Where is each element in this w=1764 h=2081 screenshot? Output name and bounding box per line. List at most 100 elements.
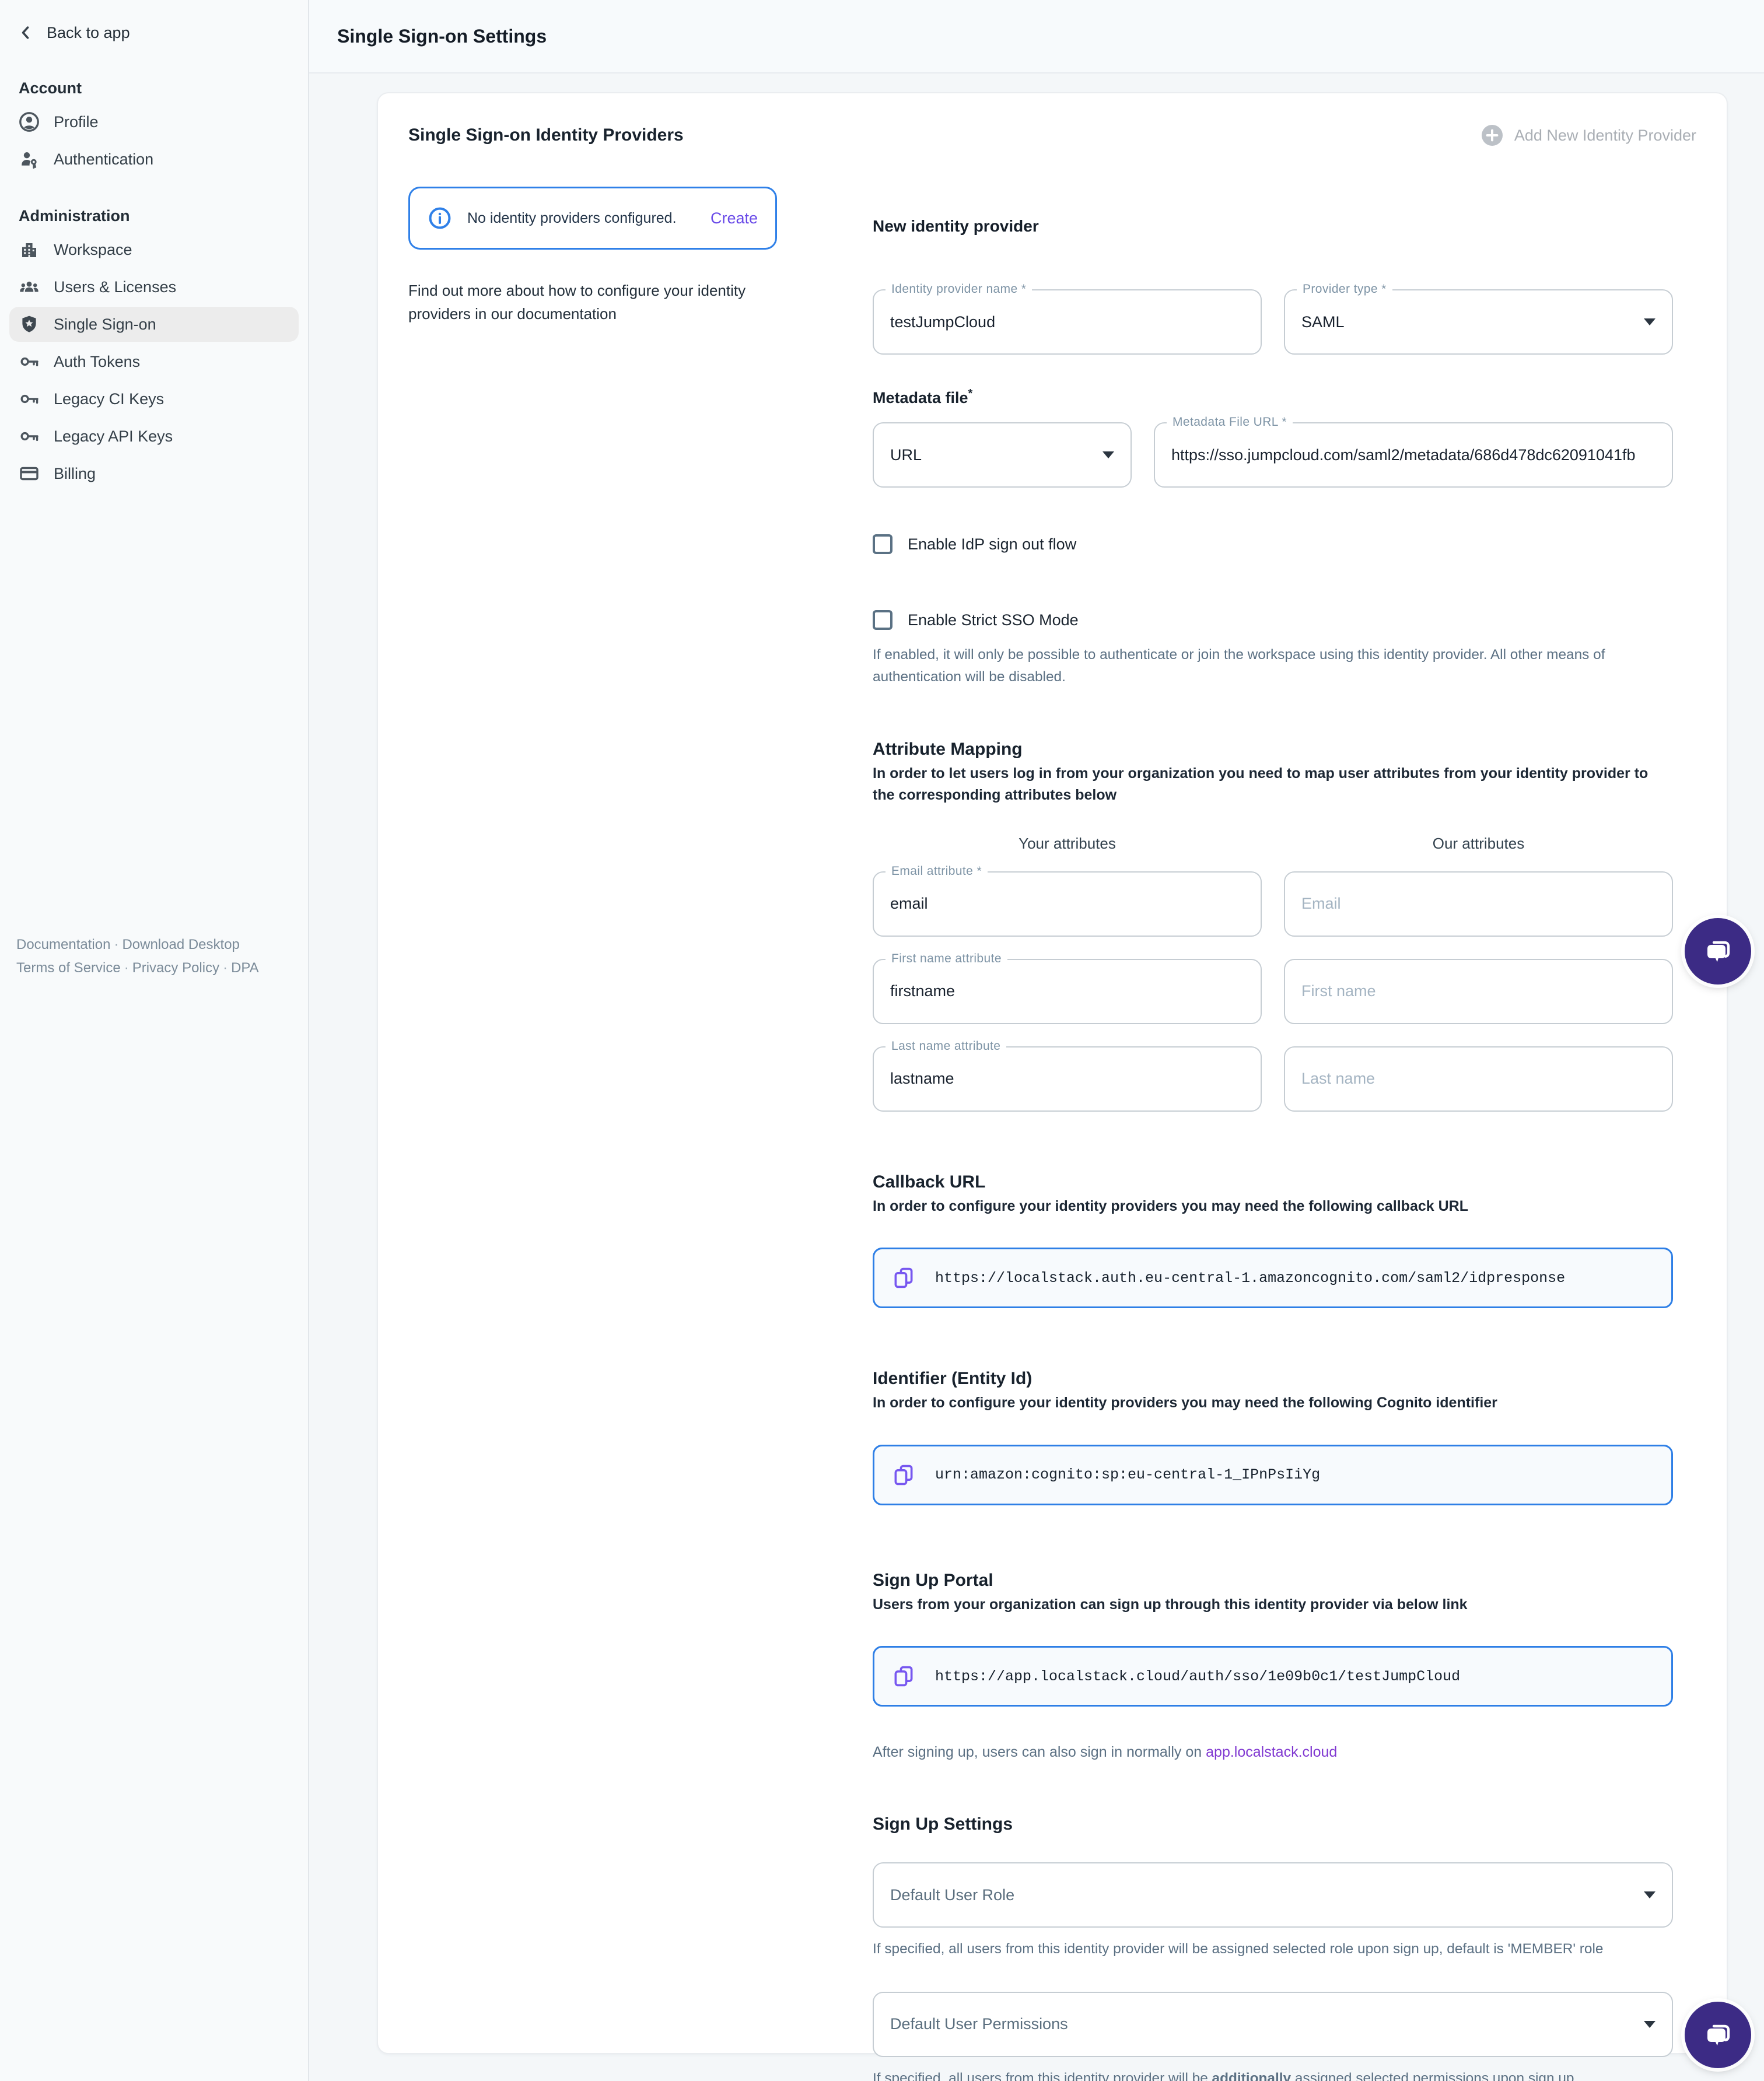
signup-note-text: After signing up, users can also sign in… [873, 1744, 1206, 1760]
signup-settings-heading: Sign Up Settings [873, 1814, 1673, 1834]
our-last-name-input[interactable] [1301, 1070, 1656, 1088]
sidebar-item-legacy-ci-keys[interactable]: Legacy CI Keys [9, 381, 299, 416]
page-header: Single Sign-on Settings [309, 0, 1764, 73]
new-identity-provider-form: New identity provider Identity provider … [873, 217, 1673, 2081]
documentation-link[interactable]: Documentation [16, 937, 110, 952]
provider-list-column: No identity providers configured. Create… [408, 187, 777, 326]
content-area: Single Sign-on Identity Providers Add Ne… [309, 73, 1764, 2081]
sidebar-item-billing[interactable]: Billing [9, 456, 299, 491]
first-name-attribute-field: First name attribute [873, 959, 1262, 1024]
terms-link[interactable]: Terms of Service [16, 960, 121, 976]
our-last-name-field [1284, 1046, 1673, 1112]
sidebar-item-single-sign-on[interactable]: Single Sign-on [9, 307, 299, 342]
sidebar: Back to app Account Profile Authenticati… [0, 0, 309, 2081]
metadata-source-select[interactable]: URL [873, 422, 1132, 488]
default-user-role-value: Default User Role [890, 1886, 1014, 1904]
main-area: Single Sign-on Settings Single Sign-on I… [309, 0, 1764, 2081]
email-attribute-label: Email attribute * [886, 864, 988, 878]
app-localstack-cloud-link[interactable]: app.localstack.cloud [1206, 1744, 1337, 1760]
provider-type-select[interactable]: Provider type * SAML [1284, 289, 1673, 355]
sidebar-item-label: Authentication [54, 150, 153, 169]
separator-dot: · [219, 960, 231, 976]
default-user-role-help: If specified, all users from this identi… [873, 1938, 1673, 1960]
signup-portal-description: Users from your organization can sign up… [873, 1594, 1673, 1616]
callback-url-copybox[interactable]: https://localstack.auth.eu-central-1.ama… [873, 1248, 1673, 1308]
email-attribute-input[interactable] [890, 895, 1244, 913]
chat-bubble-icon [1702, 2019, 1734, 2051]
page-title: Single Sign-on Settings [337, 26, 547, 47]
provider-type-value: SAML [1301, 313, 1345, 331]
your-attributes-header: Your attributes [873, 835, 1262, 853]
default-user-role-select[interactable]: Default User Role [873, 1862, 1673, 1928]
dpa-link[interactable]: DPA [231, 960, 259, 976]
apartment-icon [19, 239, 40, 260]
identity-provider-name-input[interactable] [890, 313, 1244, 331]
first-name-attribute-input[interactable] [890, 982, 1244, 1000]
default-user-permissions-value: Default User Permissions [890, 2015, 1068, 2033]
card-title: Single Sign-on Identity Providers [408, 125, 684, 145]
identity-provider-name-field: Identity provider name * [873, 289, 1262, 355]
provider-type-label: Provider type * [1297, 282, 1392, 296]
email-attribute-field: Email attribute * [873, 871, 1262, 937]
our-first-name-input[interactable] [1301, 982, 1656, 1000]
sidebar-item-users-licenses[interactable]: Users & Licenses [9, 269, 299, 304]
key-icon [19, 351, 40, 372]
sso-card: Single Sign-on Identity Providers Add Ne… [377, 92, 1728, 2054]
back-to-app-label: Back to app [47, 24, 130, 42]
metadata-file-url-field: Metadata File URL * [1154, 422, 1673, 488]
metadata-source-value: URL [890, 446, 922, 464]
copy-icon [892, 1266, 915, 1290]
privacy-link[interactable]: Privacy Policy [132, 960, 219, 976]
sidebar-item-label: Billing [54, 465, 96, 483]
identifier-copybox[interactable]: urn:amazon:cognito:sp:eu-central-1_IPnPs… [873, 1445, 1673, 1505]
sidebar-section-administration: Administration [0, 207, 308, 225]
back-to-app-button[interactable]: Back to app [0, 0, 308, 49]
identity-provider-name-label: Identity provider name * [886, 282, 1032, 296]
add-new-identity-provider-button[interactable]: Add New Identity Provider [1480, 124, 1696, 147]
signup-note: After signing up, users can also sign in… [873, 1744, 1673, 1761]
sidebar-item-authentication[interactable]: Authentication [9, 142, 299, 177]
sidebar-item-auth-tokens[interactable]: Auth Tokens [9, 344, 299, 379]
sidebar-footer: Documentation·Download Desktop Terms of … [16, 933, 296, 979]
callback-url-value: https://localstack.auth.eu-central-1.ama… [935, 1270, 1565, 1287]
credit-card-icon [19, 463, 40, 484]
person-key-icon [19, 149, 40, 170]
groups-icon [19, 276, 40, 297]
our-attributes-header: Our attributes [1284, 835, 1673, 853]
sidebar-item-profile[interactable]: Profile [9, 104, 299, 139]
sidebar-item-workspace[interactable]: Workspace [9, 232, 299, 267]
first-name-attribute-label: First name attribute [886, 952, 1007, 966]
sidebar-item-label: Legacy CI Keys [54, 390, 164, 408]
separator-dot: · [121, 960, 132, 976]
default-user-permissions-select[interactable]: Default User Permissions [873, 1992, 1673, 2057]
strict-sso-help: If enabled, it will only be possible to … [873, 644, 1673, 688]
download-desktop-link[interactable]: Download Desktop [122, 937, 239, 952]
last-name-attribute-label: Last name attribute [886, 1039, 1006, 1053]
create-link[interactable]: Create [710, 209, 758, 227]
sidebar-item-label: Legacy API Keys [54, 428, 173, 446]
last-name-attribute-field: Last name attribute [873, 1046, 1262, 1112]
our-email-input[interactable] [1301, 895, 1656, 913]
chat-widget-button[interactable] [1685, 918, 1751, 985]
attribute-mapping-description: In order to let users log in from your o… [873, 763, 1673, 807]
sidebar-item-legacy-api-keys[interactable]: Legacy API Keys [9, 419, 299, 454]
callback-url-heading: Callback URL [873, 1172, 1673, 1192]
identifier-heading: Identifier (Entity Id) [873, 1369, 1673, 1389]
enable-strict-sso-label: Enable Strict SSO Mode [908, 611, 1079, 629]
metadata-file-url-label: Metadata File URL * [1167, 415, 1293, 429]
sidebar-section-account: Account [0, 79, 308, 97]
add-new-identity-provider-label: Add New Identity Provider [1514, 127, 1696, 145]
signup-portal-copybox[interactable]: https://app.localstack.cloud/auth/sso/1e… [873, 1646, 1673, 1707]
alert-text: No identity providers configured. [467, 210, 710, 227]
default-user-permissions-help: If specified, all users from this identi… [873, 2068, 1673, 2081]
attribute-mapping-heading: Attribute Mapping [873, 740, 1673, 759]
enable-idp-signout-checkbox[interactable] [873, 534, 892, 554]
chevron-left-icon [16, 23, 35, 42]
separator-dot: · [110, 937, 122, 952]
chat-widget-button[interactable] [1685, 2002, 1751, 2068]
last-name-attribute-input[interactable] [890, 1070, 1244, 1088]
chevron-down-icon [1644, 2021, 1656, 2028]
enable-strict-sso-checkbox[interactable] [873, 610, 892, 630]
chevron-down-icon [1644, 318, 1656, 325]
metadata-file-url-input[interactable] [1171, 446, 1656, 464]
